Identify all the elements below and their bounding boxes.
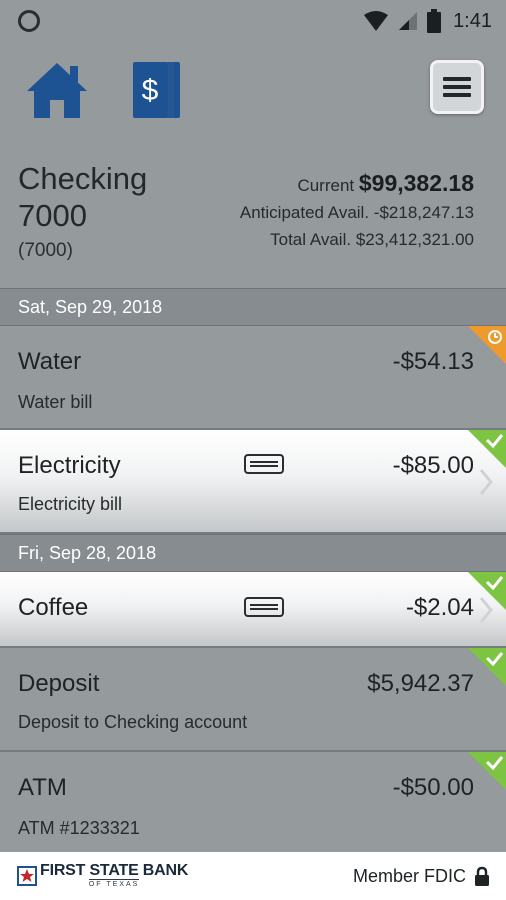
check-icon <box>468 648 506 686</box>
date-header: Sat, Sep 29, 2018 <box>0 288 506 326</box>
transaction-row[interactable]: Electricity -$85.00 Electricity bill <box>0 430 506 534</box>
transaction-description: Water bill <box>18 392 93 412</box>
current-balance-row: Current $99,382.18 <box>240 170 474 199</box>
transaction-row[interactable]: Water -$54.13 Water bill <box>0 326 506 430</box>
texas-star-icon <box>17 866 37 886</box>
battery-icon <box>427 9 442 33</box>
transaction-title: Water <box>18 348 82 375</box>
transaction-amount: -$2.04 <box>405 594 474 621</box>
transaction-row[interactable]: ATM -$50.00 ATM #1233321 <box>0 752 506 852</box>
transaction-row[interactable]: Deposit $5,942.37 Deposit to Checking ac… <box>0 648 506 752</box>
wifi-icon <box>364 11 389 31</box>
anticipated-balance-row: Anticipated Avail. -$218,247.13 <box>240 199 474 226</box>
bank-logo: FIRST STATE BANK OF TEXAS <box>16 863 188 889</box>
check-icon <box>468 430 506 468</box>
account-number: (7000) <box>18 240 73 261</box>
total-label: Total Avail. <box>270 230 352 249</box>
anticipated-value: -$218,247.13 <box>373 203 474 222</box>
status-bar: 1:41 <box>0 0 506 42</box>
status-indicators: 1:41 <box>363 9 492 33</box>
notification-dot-icon <box>18 10 40 32</box>
home-button[interactable] <box>24 60 90 120</box>
transaction-title: Deposit <box>18 670 100 697</box>
anticipated-label: Anticipated Avail. <box>239 203 370 222</box>
current-label: Current <box>297 176 355 195</box>
transaction-title: ATM <box>18 774 67 801</box>
transaction-amount: -$54.13 <box>392 348 474 375</box>
transaction-row[interactable]: Coffee -$2.04 <box>0 572 506 648</box>
cell-signal-icon <box>399 12 418 30</box>
svg-text:$: $ <box>142 74 159 107</box>
footer: FIRST STATE BANK OF TEXAS Member FDIC <box>0 852 506 900</box>
account-summary: Checking 7000 (7000) Current $99,382.18 … <box>0 158 506 286</box>
dollar-cards-icon: $ <box>132 62 180 118</box>
logo-sub-text: OF TEXAS <box>88 879 140 888</box>
account-name: Checking 7000 <box>18 161 148 233</box>
clock-icon <box>468 326 506 364</box>
current-value: $99,382.18 <box>358 170 474 196</box>
transaction-title: Electricity <box>18 452 121 479</box>
fdic-notice: Member FDIC <box>353 866 490 887</box>
transaction-amount: -$50.00 <box>392 774 474 801</box>
total-balance-row: Total Avail. $23,412,321.00 <box>240 226 474 253</box>
date-header: Fri, Sep 28, 2018 <box>0 534 506 572</box>
home-icon <box>27 63 87 118</box>
check-icon <box>468 752 506 790</box>
toolbar: $ <box>0 54 506 126</box>
transaction-description: Deposit to Checking account <box>18 712 248 732</box>
logo-text: FIRST STATE BANK OF TEXAS <box>40 863 188 889</box>
check-icon <box>468 572 506 610</box>
transaction-amount: $5,942.37 <box>367 670 474 697</box>
accounts-button[interactable]: $ <box>128 58 184 122</box>
transaction-title: Coffee <box>18 594 89 621</box>
hamburger-menu-icon <box>443 77 471 97</box>
lock-icon <box>475 866 489 886</box>
transaction-description: ATM #1233321 <box>18 818 140 838</box>
member-fdic-text: Member FDIC <box>352 865 466 886</box>
menu-button[interactable] <box>430 60 484 114</box>
card-icon <box>244 597 284 617</box>
card-icon <box>244 454 284 474</box>
balances: Current $99,382.18 Anticipated Avail. -$… <box>240 170 474 253</box>
transaction-amount: -$85.00 <box>392 452 474 479</box>
total-value: $23,412,321.00 <box>355 230 474 249</box>
logo-main-text: FIRST STATE BANK <box>40 862 189 879</box>
clock-time: 1:41 <box>453 9 492 32</box>
chevron-right-icon <box>479 469 493 495</box>
transaction-description: Electricity bill <box>18 494 123 514</box>
